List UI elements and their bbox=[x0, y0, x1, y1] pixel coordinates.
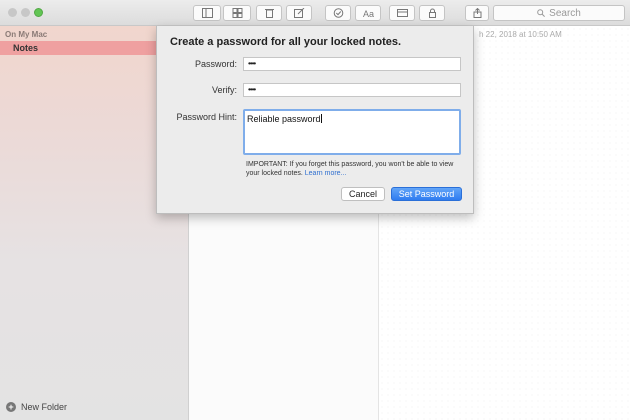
search-placeholder: Search bbox=[549, 7, 581, 19]
checklist-icon bbox=[333, 8, 343, 18]
verify-value: •••• bbox=[248, 85, 256, 94]
new-folder-button[interactable]: + New Folder bbox=[6, 402, 67, 412]
table-button[interactable] bbox=[389, 5, 415, 21]
text-format-icon: Aa bbox=[363, 9, 374, 18]
svg-text:Aa: Aa bbox=[363, 9, 374, 18]
text-caret bbox=[320, 114, 322, 123]
password-value: •••• bbox=[248, 59, 256, 68]
search-field[interactable]: Search bbox=[493, 5, 625, 21]
sidebar-toggle-icon bbox=[201, 8, 213, 18]
sidebar-toggle-button[interactable] bbox=[193, 5, 221, 21]
share-icon bbox=[473, 8, 481, 18]
note-date: h 22, 2018 at 10:50 AM bbox=[479, 30, 562, 39]
verify-label: Verify: bbox=[211, 85, 237, 95]
verify-field[interactable]: •••• bbox=[243, 83, 461, 97]
password-hint-value: Reliable password bbox=[247, 114, 321, 124]
checklist-button[interactable] bbox=[325, 5, 351, 21]
cancel-button[interactable]: Cancel bbox=[341, 187, 385, 201]
important-text: IMPORTANT: If you forget this password, … bbox=[246, 161, 454, 177]
zoom-window-button[interactable] bbox=[34, 8, 43, 17]
password-hint-field[interactable]: Reliable password bbox=[243, 109, 461, 155]
plus-icon: + bbox=[6, 402, 16, 412]
password-field[interactable]: •••• bbox=[243, 57, 461, 71]
format-button[interactable]: Aa bbox=[355, 5, 381, 21]
table-icon bbox=[396, 9, 408, 17]
gallery-view-button[interactable] bbox=[223, 5, 251, 21]
minimize-window-button[interactable] bbox=[21, 8, 30, 17]
dialog-title: Create a password for all your locked no… bbox=[170, 36, 402, 48]
password-dialog: Create a password for all your locked no… bbox=[156, 26, 474, 214]
important-notice: IMPORTANT: If you forget this password, … bbox=[246, 160, 458, 178]
set-password-button[interactable]: Set Password bbox=[391, 187, 462, 201]
toolbar: Aa Search bbox=[0, 0, 630, 26]
new-folder-label: New Folder bbox=[21, 402, 68, 412]
password-label: Password: bbox=[194, 59, 237, 69]
section-label-on-my-mac: On My Mac bbox=[5, 30, 48, 39]
learn-more-link[interactable]: Learn more... bbox=[305, 170, 347, 177]
password-hint-label: Password Hint: bbox=[176, 112, 237, 122]
close-window-button[interactable] bbox=[8, 8, 17, 17]
search-icon bbox=[537, 9, 546, 17]
lock-button[interactable] bbox=[419, 5, 445, 21]
share-button[interactable] bbox=[465, 5, 489, 21]
lock-icon bbox=[428, 8, 436, 18]
trash-icon bbox=[264, 9, 274, 18]
gallery-view-icon bbox=[232, 8, 242, 18]
compose-button[interactable] bbox=[286, 5, 312, 21]
compose-icon bbox=[293, 8, 304, 18]
delete-button[interactable] bbox=[256, 5, 282, 21]
